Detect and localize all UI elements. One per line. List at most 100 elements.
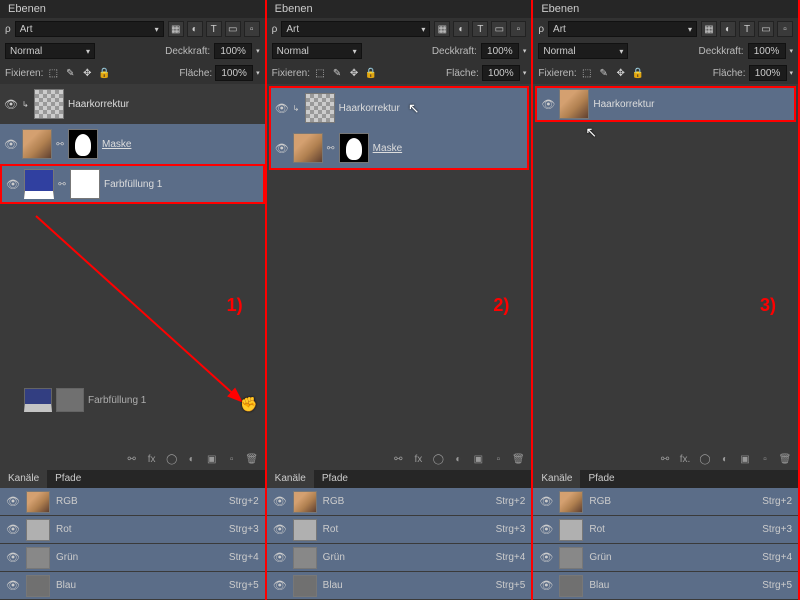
tab-channels[interactable]: Kanäle — [533, 470, 580, 488]
link-icon[interactable]: ⚯ — [58, 179, 66, 190]
channel-blau[interactable]: 👁BlauStrg+5 — [0, 572, 265, 600]
filter-type-select[interactable]: Art — [281, 21, 430, 37]
mask-thumb[interactable] — [68, 129, 98, 159]
channel-rot[interactable]: 👁RotStrg+3 — [533, 516, 798, 544]
mask-icon[interactable]: ◯ — [164, 451, 180, 467]
layer-thumb[interactable] — [305, 93, 335, 123]
lock-pixel-icon[interactable]: ✎ — [597, 66, 611, 80]
trash-icon[interactable]: 🗑 — [244, 451, 260, 467]
group-icon[interactable]: ▣ — [204, 451, 220, 467]
lock-pos-icon[interactable]: ✥ — [614, 66, 628, 80]
mask-thumb[interactable] — [339, 133, 369, 163]
layer-name[interactable]: Haarkorrektur — [68, 99, 129, 110]
new-layer-icon[interactable]: ▫ — [490, 451, 506, 467]
filter-image-icon[interactable]: ▦ — [434, 21, 450, 37]
visibility-toggle[interactable]: 👁 — [4, 98, 18, 111]
lock-all-icon[interactable]: 🔒 — [631, 66, 645, 80]
layer-name[interactable]: Maske — [373, 143, 402, 154]
layer-thumb[interactable] — [293, 133, 323, 163]
group-icon[interactable]: ▣ — [737, 451, 753, 467]
filter-shape-icon[interactable]: ▭ — [225, 21, 241, 37]
layer-thumb[interactable] — [24, 169, 54, 199]
group-icon[interactable]: ▣ — [470, 451, 486, 467]
layer-haarkorrektur[interactable]: 👁 ↳ Haarkorrektur ↖ — [271, 88, 528, 128]
channel-rot[interactable]: 👁RotStrg+3 — [267, 516, 532, 544]
layer-farbfuellung[interactable]: 👁 ⚯ Farbfüllung 1 — [0, 164, 265, 204]
filter-smart-icon[interactable]: ▫ — [777, 21, 793, 37]
channel-gruen[interactable]: 👁GrünStrg+4 — [267, 544, 532, 572]
filter-text-icon[interactable]: T — [472, 21, 488, 37]
tab-paths[interactable]: Pfade — [580, 470, 622, 488]
filter-text-icon[interactable]: T — [206, 21, 222, 37]
channel-gruen[interactable]: 👁GrünStrg+4 — [0, 544, 265, 572]
channel-blau[interactable]: 👁BlauStrg+5 — [533, 572, 798, 600]
fill-value[interactable]: 100% — [749, 65, 787, 81]
layer-name[interactable]: Maske — [102, 139, 131, 150]
filter-type-select[interactable]: Art — [548, 21, 697, 37]
blend-mode-select[interactable]: Normal — [5, 43, 95, 59]
mask-thumb[interactable] — [70, 169, 100, 199]
tab-channels[interactable]: Kanäle — [267, 470, 314, 488]
opacity-value[interactable]: 100% — [481, 43, 519, 59]
mask-icon[interactable]: ◯ — [430, 451, 446, 467]
visibility-toggle[interactable]: 👁 — [6, 178, 20, 191]
new-layer-icon[interactable]: ▫ — [757, 451, 773, 467]
new-layer-icon[interactable]: ▫ — [224, 451, 240, 467]
trash-icon[interactable]: 🗑 — [510, 451, 526, 467]
link-icon[interactable]: ⚯ — [56, 139, 64, 150]
filter-smart-icon[interactable]: ▫ — [510, 21, 526, 37]
lock-pos-icon[interactable]: ✥ — [347, 66, 361, 80]
visibility-toggle[interactable]: 👁 — [541, 98, 555, 111]
layer-haarkorrektur[interactable]: 👁 Haarkorrektur — [535, 86, 796, 122]
channel-rot[interactable]: 👁RotStrg+3 — [0, 516, 265, 544]
filter-image-icon[interactable]: ▦ — [701, 21, 717, 37]
visibility-toggle[interactable]: 👁 — [4, 138, 18, 151]
filter-adjust-icon[interactable]: ◐ — [187, 21, 203, 37]
layer-haarkorrektur[interactable]: 👁 ↳ Haarkorrektur — [0, 84, 265, 124]
layer-thumb[interactable] — [34, 89, 64, 119]
channel-blau[interactable]: 👁BlauStrg+5 — [267, 572, 532, 600]
channel-rgb[interactable]: 👁RGBStrg+2 — [533, 488, 798, 516]
filter-shape-icon[interactable]: ▭ — [758, 21, 774, 37]
filter-adjust-icon[interactable]: ◐ — [720, 21, 736, 37]
fill-value[interactable]: 100% — [215, 65, 253, 81]
tab-channels[interactable]: Kanäle — [0, 470, 47, 488]
lock-all-icon[interactable]: 🔒 — [97, 66, 111, 80]
channel-gruen[interactable]: 👁GrünStrg+4 — [533, 544, 798, 572]
blend-mode-select[interactable]: Normal — [272, 43, 362, 59]
filter-image-icon[interactable]: ▦ — [168, 21, 184, 37]
filter-adjust-icon[interactable]: ◐ — [453, 21, 469, 37]
link-layers-icon[interactable]: ⚯ — [657, 451, 673, 467]
lock-pos-icon[interactable]: ✥ — [80, 66, 94, 80]
layer-name[interactable]: Haarkorrektur — [339, 103, 400, 114]
lock-all-icon[interactable]: 🔒 — [364, 66, 378, 80]
blend-mode-select[interactable]: Normal — [538, 43, 628, 59]
filter-smart-icon[interactable]: ▫ — [244, 21, 260, 37]
filter-shape-icon[interactable]: ▭ — [491, 21, 507, 37]
fx-icon[interactable]: fx — [144, 451, 160, 467]
adjustment-icon[interactable]: ◐ — [717, 451, 733, 467]
layer-maske[interactable]: 👁 ⚯ Maske — [0, 124, 265, 164]
mask-icon[interactable]: ◯ — [697, 451, 713, 467]
lock-pixel-icon[interactable]: ✎ — [63, 66, 77, 80]
channel-rgb[interactable]: 👁RGBStrg+2 — [0, 488, 265, 516]
link-layers-icon[interactable]: ⚯ — [390, 451, 406, 467]
opacity-value[interactable]: 100% — [214, 43, 252, 59]
link-icon[interactable]: ⚯ — [327, 143, 335, 154]
lock-trans-icon[interactable]: ⬚ — [580, 66, 594, 80]
layer-name[interactable]: Farbfüllung 1 — [104, 179, 162, 190]
visibility-toggle[interactable]: 👁 — [275, 102, 289, 115]
layer-maske[interactable]: 👁 ⚯ Maske — [271, 128, 528, 168]
filter-type-select[interactable]: Art — [15, 21, 164, 37]
layer-thumb[interactable] — [559, 89, 589, 119]
layer-name[interactable]: Haarkorrektur — [593, 99, 654, 110]
tab-paths[interactable]: Pfade — [314, 470, 356, 488]
adjustment-icon[interactable]: ◐ — [184, 451, 200, 467]
fx-icon[interactable]: fx — [410, 451, 426, 467]
lock-trans-icon[interactable]: ⬚ — [313, 66, 327, 80]
fx-icon[interactable]: fx. — [677, 451, 693, 467]
tab-paths[interactable]: Pfade — [47, 470, 89, 488]
adjustment-icon[interactable]: ◐ — [450, 451, 466, 467]
trash-icon[interactable]: 🗑 — [777, 451, 793, 467]
channel-rgb[interactable]: 👁RGBStrg+2 — [267, 488, 532, 516]
